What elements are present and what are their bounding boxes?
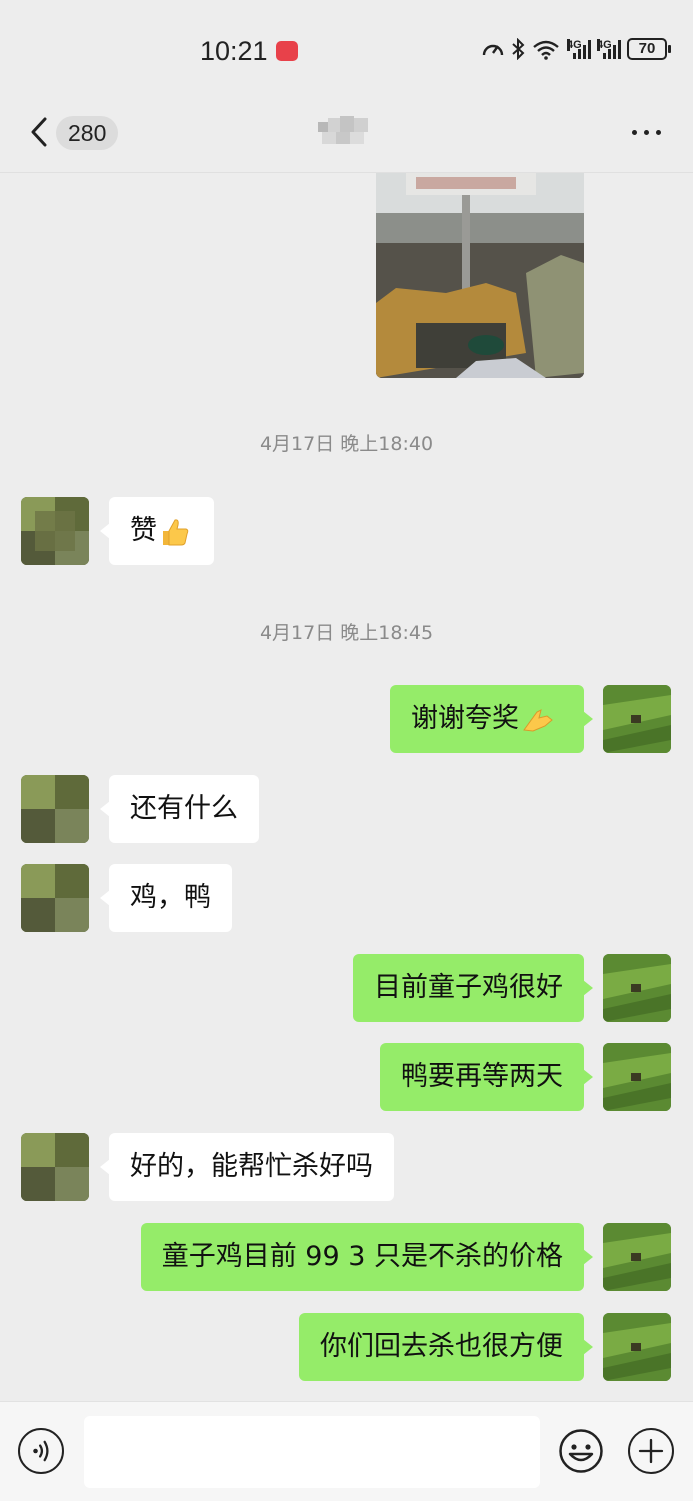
received-message[interactable]: 还有什么 (100, 775, 259, 843)
message-text: 好的，能帮忙杀好吗 (130, 1151, 373, 1182)
smiley-icon[interactable] (558, 1428, 604, 1474)
my-avatar[interactable] (603, 1043, 671, 1111)
status-time: 10:21 (200, 36, 268, 66)
contact-avatar[interactable] (21, 497, 89, 565)
message-list[interactable]: 4月17日 晚上18:40 赞 4月17日 晚上18:45 谢谢夸奖 还有什么 … (0, 173, 693, 1401)
my-avatar[interactable] (603, 1313, 671, 1381)
notification-app-icon (276, 41, 298, 61)
network-label-2: 4G (597, 39, 612, 51)
message-text: 还有什么 (130, 793, 238, 824)
message-text: 鸭要再等两天 (401, 1061, 563, 1092)
contact-name-blurred (318, 116, 368, 144)
received-message[interactable]: 鸡，鸭 (100, 864, 232, 932)
received-message[interactable]: 好的，能帮忙杀好吗 (100, 1133, 394, 1201)
sent-message[interactable]: 童子鸡目前 99 3 只是不杀的价格 (140, 1223, 594, 1291)
my-avatar[interactable] (603, 685, 671, 753)
my-avatar[interactable] (603, 954, 671, 1022)
message-timestamp: 4月17日 晚上18:40 (259, 433, 434, 455)
battery-indicator: 70 (627, 38, 671, 60)
contact-avatar[interactable] (21, 1133, 89, 1201)
network-label-1: 4G (567, 39, 582, 51)
contact-avatar[interactable] (21, 775, 89, 843)
cell-signal-2: 4G (597, 39, 621, 59)
ok-hand-icon (523, 708, 553, 732)
thumbs-up-icon (163, 518, 189, 545)
my-avatar[interactable] (603, 1223, 671, 1291)
contact-avatar[interactable] (21, 864, 89, 932)
unread-count-badge[interactable]: 280 (56, 116, 119, 150)
received-message[interactable]: 赞 (100, 497, 214, 565)
status-bar: 10:21 4G 4G 70 (0, 0, 693, 100)
message-text: 鸡，鸭 (130, 882, 211, 913)
voice-icon[interactable] (18, 1428, 64, 1474)
status-icons: 4G 4G 70 (481, 38, 671, 60)
chevron-left-icon[interactable] (28, 116, 52, 148)
plus-icon[interactable] (628, 1428, 674, 1474)
more-dots-icon[interactable] (632, 130, 661, 135)
sent-message[interactable]: 谢谢夸奖 (390, 685, 593, 753)
wifi-icon (533, 40, 559, 60)
message-input[interactable] (84, 1416, 540, 1488)
sent-message[interactable]: 你们回去杀也很方便 (299, 1313, 593, 1381)
sent-message[interactable]: 目前童子鸡很好 (353, 954, 593, 1022)
cell-signal-1: 4G (567, 39, 591, 59)
message-timestamp: 4月17日 晚上18:45 (259, 622, 434, 644)
chat-header: 280 (0, 100, 693, 173)
message-text: 目前童子鸡很好 (374, 972, 563, 1003)
message-text: 你们回去杀也很方便 (320, 1331, 563, 1362)
message-text: 赞 (130, 515, 157, 546)
message-text: 童子鸡目前 99 3 只是不杀的价格 (161, 1241, 563, 1272)
image-message[interactable] (376, 173, 584, 378)
speed-icon (482, 44, 504, 56)
message-text: 谢谢夸奖 (411, 703, 519, 734)
sent-message[interactable]: 鸭要再等两天 (380, 1043, 593, 1111)
input-bar (0, 1401, 693, 1501)
bluetooth-icon (512, 38, 525, 60)
